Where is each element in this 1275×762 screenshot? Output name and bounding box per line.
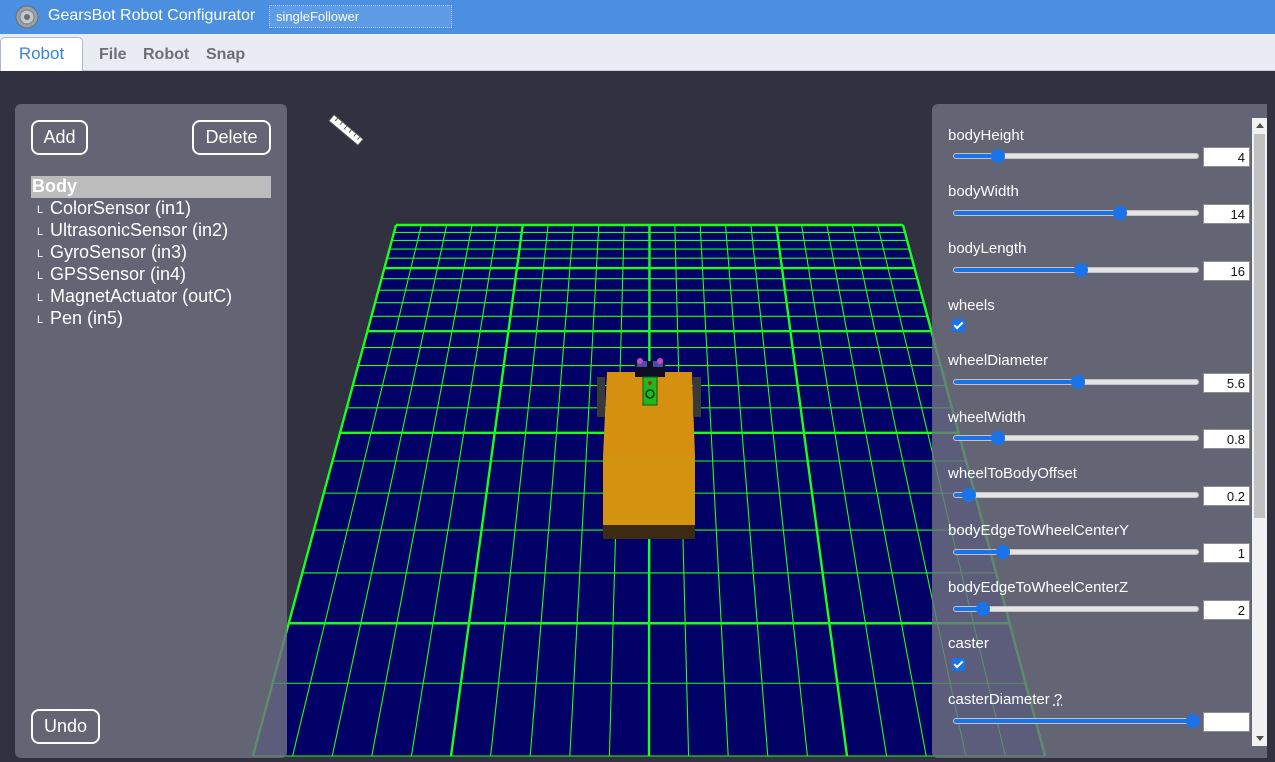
slider-wheeldiameter[interactable] (953, 375, 1199, 389)
tree-item-label: GyroSensor (in3) (50, 242, 188, 262)
value-field-bodyedgetowheelcentery[interactable]: 1 (1203, 543, 1250, 563)
param-label-wheeldiameter: wheelDiameter (948, 352, 1049, 369)
tree-item-colorsensor[interactable]: L ColorSensor (in1) (31, 198, 271, 220)
add-button[interactable]: Add (31, 120, 88, 155)
delete-button[interactable]: Delete (192, 120, 271, 155)
slider-thumb[interactable] (1112, 206, 1127, 220)
slider-bodyedgetowheelcenterz[interactable] (953, 602, 1199, 616)
value-field-bodyedgetowheelcenterz[interactable]: 2 (1203, 600, 1250, 620)
value-field-bodylength[interactable]: 16 (1203, 261, 1250, 281)
scroll-down-icon[interactable] (1256, 736, 1264, 741)
value-field-wheeltobodyoffset[interactable]: 0.2 (1203, 486, 1250, 506)
branch-icon: L (37, 248, 44, 260)
tree-item-label: Body (32, 176, 77, 196)
param-label-casterdiameter: casterDiameter ? (948, 691, 1062, 708)
tree-item-label: ColorSensor (in1) (50, 198, 192, 218)
slider-thumb[interactable] (990, 431, 1005, 445)
slider-thumb[interactable] (1073, 263, 1088, 277)
menu-snap[interactable]: Snap (206, 46, 245, 64)
param-label-bodyedgetowheelcentery: bodyEdgeToWheelCenterY (948, 522, 1129, 539)
scrollbar-thumb[interactable] (1254, 134, 1265, 518)
param-label-bodyheight: bodyHeight (948, 127, 1024, 144)
slider-wheelwidth[interactable] (953, 431, 1199, 445)
menu-robot[interactable]: Robot (143, 46, 189, 64)
param-label-wheelwidth: wheelWidth (948, 409, 1026, 426)
tree-item-pen[interactable]: L Pen (in5) (31, 308, 271, 330)
slider-wheeltobodyoffset[interactable] (953, 488, 1199, 502)
value-field-bodywidth[interactable]: 14 (1203, 204, 1250, 224)
param-label-wheeltobodyoffset: wheelToBodyOffset (948, 465, 1077, 482)
slider-bodyedgetowheelcentery[interactable] (953, 545, 1199, 559)
param-label-bodywidth: bodyWidth (948, 183, 1019, 200)
branch-icon: L (37, 226, 44, 238)
tree-item-gpssensor[interactable]: L GPSSensor (in4) (31, 264, 271, 286)
value-field-casterdiameter[interactable] (1203, 712, 1250, 732)
param-name: casterDiameter (948, 691, 1050, 708)
tab-robot[interactable]: Robot (0, 37, 83, 71)
menu-bar: Robot File Robot Snap (0, 34, 1275, 71)
param-label-caster: caster (948, 635, 989, 652)
ruler-icon[interactable] (326, 110, 366, 150)
slider-thumb[interactable] (1186, 714, 1201, 728)
scroll-up-icon[interactable] (1256, 123, 1264, 128)
tree-item-label: Pen (in5) (50, 308, 124, 328)
tree-item-label: UltrasonicSensor (in2) (50, 220, 229, 240)
title-bar: GearsBot Robot Configurator singleFollow… (0, 0, 1275, 34)
value-field-wheelwidth[interactable]: 0.8 (1203, 429, 1250, 449)
gear-icon (15, 5, 39, 29)
tree-item-ultrasonicsensor[interactable]: L UltrasonicSensor (in2) (31, 220, 271, 242)
menu-file[interactable]: File (99, 46, 127, 64)
param-label-bodyedgetowheelcenterz: bodyEdgeToWheelCenterZ (948, 579, 1129, 596)
value-field-bodyheight[interactable]: 4 (1203, 147, 1250, 167)
help-icon[interactable]: ? (1054, 691, 1062, 708)
undo-button[interactable]: Undo (31, 709, 100, 744)
tree-item-magnetactuator[interactable]: L MagnetActuator (outC) (31, 286, 271, 308)
robot-model[interactable] (597, 358, 701, 539)
tree-item-label: MagnetActuator (outC) (50, 286, 233, 306)
checkbox-caster[interactable] (952, 658, 965, 671)
slider-bodylength[interactable] (953, 263, 1199, 277)
slider-thumb[interactable] (995, 545, 1010, 559)
component-panel: Add Delete Body L ColorSensor (in1) L Ultr… (15, 104, 287, 758)
properties-scrollbar[interactable] (1252, 118, 1267, 746)
slider-thumb[interactable] (961, 488, 976, 502)
component-tree: Body L ColorSensor (in1) L UltrasonicSenso… (31, 176, 271, 330)
filename-field[interactable]: singleFollower (269, 5, 452, 28)
tree-item-gyrosensor[interactable]: L GyroSensor (in3) (31, 242, 271, 264)
branch-icon: L (37, 270, 44, 282)
tree-item-body[interactable]: Body (31, 176, 271, 198)
slider-bodyheight[interactable] (953, 149, 1199, 163)
branch-icon: L (37, 204, 44, 216)
slider-bodywidth[interactable] (953, 206, 1199, 220)
slider-thumb[interactable] (976, 602, 991, 616)
slider-thumb[interactable] (990, 149, 1005, 163)
tree-item-label: GPSSensor (in4) (50, 264, 187, 284)
param-label-bodylength: bodyLength (948, 240, 1027, 257)
properties-panel: bodyHeight 4 bodyWidth 14 bodyLength 16 … (932, 104, 1267, 758)
param-label-wheels: wheels (948, 297, 995, 314)
app-title: GearsBot Robot Configurator (48, 7, 256, 24)
branch-icon: L (37, 292, 44, 304)
branch-icon: L (37, 314, 44, 326)
slider-thumb[interactable] (1071, 375, 1086, 389)
checkbox-wheels[interactable] (952, 319, 965, 332)
value-field-wheeldiameter[interactable]: 5.6 (1203, 373, 1250, 393)
slider-casterdiameter[interactable] (953, 714, 1201, 728)
